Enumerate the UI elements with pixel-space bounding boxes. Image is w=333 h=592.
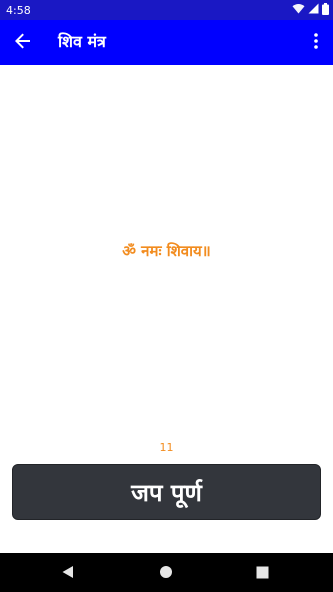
nav-home-button[interactable] (156, 563, 176, 583)
status-bar: 4:58 (0, 0, 333, 20)
wifi-icon (292, 3, 305, 17)
nav-back-button[interactable] (58, 563, 78, 583)
jap-complete-button[interactable]: जप पूर्ण (12, 464, 321, 520)
jap-count: 11 (159, 441, 174, 454)
back-button[interactable] (8, 28, 38, 58)
back-triangle-icon (61, 564, 75, 583)
nav-recents-button[interactable] (252, 563, 272, 583)
status-icons (292, 2, 329, 18)
recents-square-icon (256, 564, 269, 583)
app-bar: शिव मंत्र (0, 20, 333, 65)
page-title: शिव मंत्र (58, 32, 106, 51)
system-nav-bar (0, 553, 333, 592)
status-time: 4:58 (6, 4, 31, 17)
signal-icon (308, 3, 319, 17)
arrow-left-icon (15, 33, 31, 53)
mantra-text: ॐ नमः शिवाय॥ (122, 242, 211, 260)
home-circle-icon (159, 564, 173, 583)
more-vertical-icon (314, 33, 318, 53)
battery-icon (322, 2, 329, 18)
main-content: ॐ नमः शिवाय॥ 11 जप पूर्ण (0, 65, 333, 553)
overflow-menu-button[interactable] (303, 28, 329, 58)
